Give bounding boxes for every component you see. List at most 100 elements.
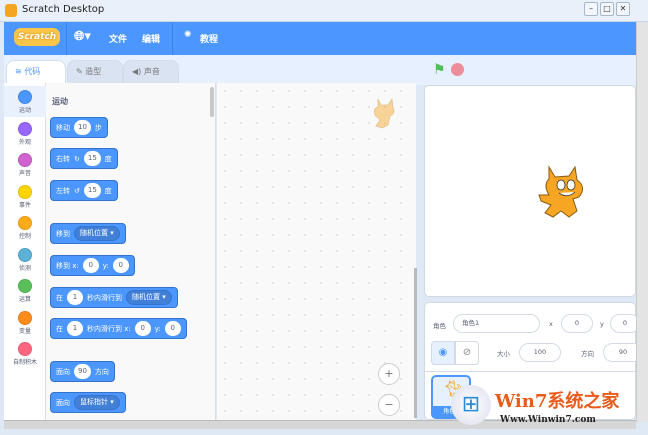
number-input[interactable]: 0 xyxy=(82,258,99,273)
size-input[interactable]: 100 xyxy=(519,343,561,362)
motion-block[interactable]: 面向 90 方向 xyxy=(50,361,115,382)
motion-block[interactable]: 右转 ↻ 15 度 xyxy=(50,148,118,169)
globe-icon[interactable]: 🌐︎▾ xyxy=(74,29,91,44)
zoom-in-button[interactable]: + xyxy=(378,363,400,385)
motion-block[interactable]: 在 1 秒内滑行到 x: 0 y: 0 xyxy=(50,318,187,339)
stop-icon[interactable] xyxy=(451,63,464,76)
app-icon xyxy=(5,4,17,17)
dropdown[interactable]: 随机位置 ▾ xyxy=(126,290,172,305)
category-1[interactable]: 外观 xyxy=(4,118,46,149)
show-sprite-eye-icon[interactable]: ◉ xyxy=(431,341,455,365)
motion-block[interactable]: 移到 随机位置 ▾ xyxy=(50,223,126,244)
category-dot-icon xyxy=(18,184,32,199)
block-text: 秒内滑行到 xyxy=(87,293,122,302)
number-input[interactable]: 1 xyxy=(67,290,83,305)
menu-edit[interactable]: 编辑 xyxy=(142,32,160,45)
number-input[interactable]: 90 xyxy=(74,364,91,379)
x-label: x xyxy=(549,320,553,328)
hide-sprite-icon[interactable]: ⊘ xyxy=(455,341,479,365)
block-text: 在 xyxy=(56,293,63,302)
tab-code[interactable]: ≋ 代码 xyxy=(6,60,66,83)
category-label: 控制 xyxy=(18,233,31,240)
tab-label: 代码 xyxy=(24,67,41,76)
category-label: 声音 xyxy=(18,170,31,177)
sprite-name-input[interactable]: 角色1 xyxy=(453,314,540,333)
green-flag-icon[interactable]: ⚑ xyxy=(433,62,446,78)
category-label: 运动 xyxy=(18,107,31,114)
number-input[interactable]: 0 xyxy=(164,321,181,336)
zoom-out-button[interactable]: − xyxy=(378,394,400,416)
motion-block[interactable]: 左转 ↺ 15 度 xyxy=(50,180,118,201)
scratch-cat-sprite[interactable] xyxy=(535,161,595,221)
watermark-url: Www.Winwin7.com xyxy=(500,415,596,425)
windows-logo-icon: ⊞ xyxy=(451,385,491,425)
menu-file[interactable]: 文件 xyxy=(109,32,127,45)
close-button[interactable]: ✕ xyxy=(616,2,630,16)
category-5[interactable]: 侦测 xyxy=(4,244,46,275)
scratch-logo[interactable]: Scratch xyxy=(14,28,60,46)
category-3[interactable]: 事件 xyxy=(4,181,46,212)
stage-header: ⚑ xyxy=(416,55,636,85)
palette-scrollbar[interactable] xyxy=(210,87,214,117)
dropdown[interactable]: 随机位置 ▾ xyxy=(74,226,120,241)
motion-block[interactable]: 面向 鼠标指针 ▾ xyxy=(50,392,126,413)
code-area[interactable]: + − xyxy=(217,83,416,420)
motion-block[interactable]: 在 1 秒内滑行到 随机位置 ▾ xyxy=(50,287,178,308)
maximize-button[interactable]: □ xyxy=(600,2,614,16)
block-text: 方向 xyxy=(94,367,109,376)
watermark-logo: Win7系统之家 Www.Winwin7.com ⊞ xyxy=(445,385,645,435)
category-dot-icon xyxy=(18,247,32,262)
tab-sounds[interactable]: ◀) 声音 xyxy=(123,60,179,83)
block-text: 左转 xyxy=(56,186,70,195)
editor-tabs: ≋ 代码 ✎ 造型 ◀) 声音 xyxy=(4,55,416,83)
block-text: 移到 xyxy=(56,229,70,238)
menu-tutorials[interactable]: 教程 xyxy=(200,32,218,45)
code-icon: ≋ xyxy=(15,67,25,76)
category-label: 外观 xyxy=(18,138,31,146)
category-4[interactable]: 控制 xyxy=(4,212,46,243)
category-7[interactable]: 变量 xyxy=(4,307,46,338)
category-0[interactable]: 运动 xyxy=(4,86,46,117)
number-input[interactable]: 0 xyxy=(112,258,129,273)
motion-block[interactable]: 移到 x: 0 y: 0 xyxy=(50,255,135,276)
category-label: 自制积木 xyxy=(12,359,37,366)
block-text: ↺ xyxy=(74,186,80,195)
section-title: 运动 xyxy=(52,97,68,106)
motion-block[interactable]: 移动 10 步 xyxy=(50,117,108,138)
x-input[interactable]: 0 xyxy=(561,314,593,333)
code-scrollbar[interactable] xyxy=(414,268,417,418)
menu-bar: Scratch 🌐︎▾ 文件 编辑 ✺ 教程 xyxy=(4,22,636,55)
category-label: 事件 xyxy=(18,201,31,209)
category-menu: 运动外观声音事件控制侦测运算变量自制积木 xyxy=(4,83,46,420)
number-input[interactable]: 1 xyxy=(67,321,83,336)
block-text: y: xyxy=(102,261,109,270)
number-input[interactable]: 15 xyxy=(83,151,101,166)
stage[interactable] xyxy=(424,85,636,297)
lightbulb-icon: ✺ xyxy=(184,30,192,40)
title-bar: Scratch Desktop – □ ✕ xyxy=(0,0,648,22)
number-input[interactable]: 10 xyxy=(74,120,91,135)
minimize-button[interactable]: – xyxy=(584,2,598,16)
tab-costumes[interactable]: ✎ 造型 xyxy=(67,60,123,83)
dropdown[interactable]: 鼠标指针 ▾ xyxy=(74,395,120,410)
category-dot-icon xyxy=(18,153,32,167)
category-8[interactable]: 自制积木 xyxy=(4,338,46,369)
number-input[interactable]: 0 xyxy=(134,321,151,336)
block-text: 右转 xyxy=(56,154,70,163)
block-text: y: xyxy=(154,324,161,333)
block-text: ↻ xyxy=(74,154,80,163)
block-text: 度 xyxy=(104,154,112,163)
block-text: 移动 xyxy=(56,123,70,132)
category-label: 运算 xyxy=(18,296,31,303)
sprite-label: 角色 xyxy=(433,322,446,330)
category-6[interactable]: 运算 xyxy=(4,275,46,306)
category-dot-icon xyxy=(18,216,32,230)
block-text: 秒内滑行到 x: xyxy=(87,324,131,333)
category-2[interactable]: 声音 xyxy=(4,149,46,180)
category-dot-icon xyxy=(18,90,32,104)
block-text: 在 xyxy=(56,324,63,333)
category-dot-icon xyxy=(18,121,32,136)
category-dot-icon xyxy=(18,342,32,356)
number-input[interactable]: 15 xyxy=(83,183,101,198)
window-scrollbar[interactable] xyxy=(636,22,648,422)
